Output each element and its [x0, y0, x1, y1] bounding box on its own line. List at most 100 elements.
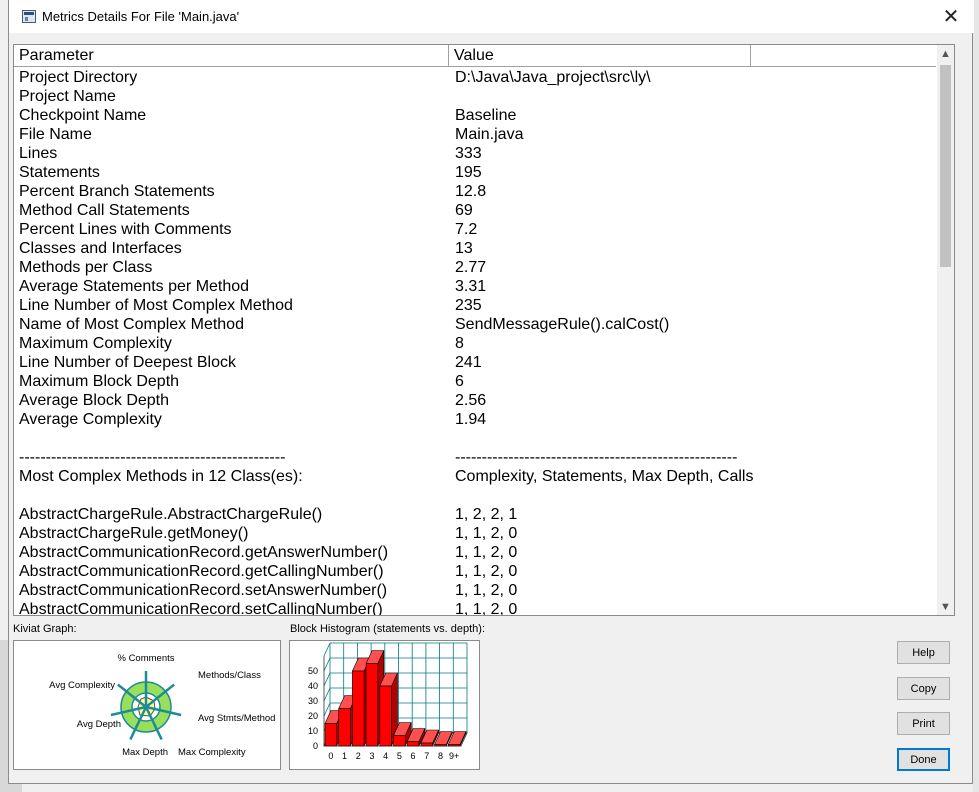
- table-row[interactable]: AbstractCommunicationRecord.setAnswerNum…: [14, 581, 936, 600]
- histogram-y-tick: 10: [308, 726, 318, 736]
- table-row[interactable]: Line Number of Most Complex Method 235: [14, 296, 936, 315]
- table-row[interactable]: [14, 486, 936, 505]
- table-row[interactable]: Method Call Statements 69: [14, 201, 936, 220]
- value-cell: 1, 1, 2, 0: [455, 544, 518, 561]
- table-row[interactable]: Statements 195: [14, 163, 936, 182]
- histogram-x-tick: 2: [356, 751, 361, 761]
- table-row[interactable]: AbstractChargeRule.AbstractChargeRule() 1…: [14, 505, 936, 524]
- kiviat-axis-label: Methods/Class: [198, 670, 261, 681]
- histogram-y-tick: 30: [308, 696, 318, 706]
- histogram-grid-line: [323, 672, 331, 687]
- table-row[interactable]: Maximum Block Depth 6: [14, 372, 936, 391]
- table-row[interactable]: Project Name: [14, 87, 936, 106]
- histogram-grid-line: [323, 657, 331, 672]
- metrics-list[interactable]: Parameter Value Project Directory D:\Java…: [13, 44, 955, 616]
- help-button[interactable]: Help: [897, 641, 950, 664]
- parameter-cell: Average Block Depth: [19, 392, 170, 409]
- kiviat-graph-label: Kiviat Graph:: [13, 623, 77, 635]
- value-cell: 2.77: [455, 259, 487, 276]
- histogram-x-tick: 6: [411, 751, 416, 761]
- value-cell: Complexity, Statements, Max Depth, Calls: [455, 468, 754, 485]
- kiviat-axis-label: % Comments: [117, 653, 174, 664]
- value-cell: 1, 1, 2, 0: [455, 601, 518, 616]
- copy-button[interactable]: Copy: [897, 677, 950, 700]
- table-row[interactable]: Percent Branch Statements 12.8: [14, 182, 936, 201]
- column-header-parameter[interactable]: Parameter: [14, 45, 449, 66]
- value-cell: 2.56: [455, 392, 487, 409]
- parameter-cell: Checkpoint Name: [19, 107, 147, 124]
- table-row[interactable]: AbstractChargeRule.getMoney() 1, 1, 2, 0: [14, 524, 936, 543]
- table-row[interactable]: Checkpoint Name Baseline: [14, 106, 936, 125]
- parameter-cell: AbstractCommunicationRecord.setAnswerNum…: [19, 582, 388, 599]
- list-rows: Project Directory D:\Java\Java_project\sr…: [14, 68, 936, 616]
- value-cell: 1, 1, 2, 0: [455, 525, 518, 542]
- table-row[interactable]: Average Statements per Method 3.31: [14, 277, 936, 296]
- table-row[interactable]: Name of Most Complex Method SendMessageRu…: [14, 315, 936, 334]
- scroll-down-icon[interactable]: ▼: [937, 598, 954, 615]
- table-row[interactable]: Line Number of Deepest Block 241: [14, 353, 936, 372]
- table-row[interactable]: Average Block Depth 2.56: [14, 391, 936, 410]
- table-row[interactable]: AbstractCommunicationRecord.setCallingNu…: [14, 600, 936, 616]
- column-header-value[interactable]: Value: [449, 45, 751, 66]
- table-row[interactable]: Percent Lines with Comments 7.2: [14, 220, 936, 239]
- value-cell: 69: [455, 202, 473, 219]
- table-row[interactable]: Most Complex Methods in 12 Class(es): Com…: [14, 467, 936, 486]
- value-cell: 6: [455, 373, 464, 390]
- value-cell: 1, 2, 2, 1: [455, 506, 518, 523]
- table-row[interactable]: AbstractCommunicationRecord.getCallingNu…: [14, 562, 936, 581]
- kiviat-axis-label: Avg Depth: [77, 719, 121, 730]
- value-cell: 13: [455, 240, 473, 257]
- histogram-bar: [379, 685, 392, 747]
- table-row[interactable]: Maximum Complexity 8: [14, 334, 936, 353]
- value-cell: 1, 1, 2, 0: [455, 563, 518, 580]
- value-cell: 7.2: [455, 221, 478, 238]
- histogram-y-tick: 20: [308, 711, 318, 721]
- parameter-cell: Project Directory: [19, 69, 138, 86]
- vertical-scrollbar[interactable]: ▲ ▼: [937, 45, 954, 615]
- window-title: Metrics Details For File 'Main.java': [42, 9, 240, 24]
- value-cell: ----------------------------------------…: [455, 449, 738, 466]
- parameter-cell: Lines: [19, 145, 58, 162]
- kiviat-axis-label: Max Complexity: [178, 747, 246, 758]
- parameter-cell: Percent Lines with Comments: [19, 221, 232, 238]
- table-row[interactable]: Project Directory D:\Java\Java_project\sr…: [14, 68, 936, 87]
- block-histogram-label: Block Histogram (statements vs. depth):: [290, 623, 486, 635]
- parameter-cell: Maximum Complexity: [19, 335, 172, 352]
- table-row[interactable]: AbstractCommunicationRecord.getAnswerNum…: [14, 543, 936, 562]
- parameter-cell: Project Name: [19, 88, 116, 105]
- parameter-cell: Average Complexity: [19, 411, 162, 428]
- parameter-cell: Methods per Class: [19, 259, 153, 276]
- histogram-x-tick: 9+: [449, 751, 459, 761]
- block-histogram-svg: 010203040500 1 2 3 4 5 6 7 8 9+: [308, 642, 468, 761]
- histogram-y-tick: 40: [308, 681, 318, 691]
- scrollbar-thumb[interactable]: [940, 65, 951, 267]
- table-row[interactable]: Methods per Class 2.77: [14, 258, 936, 277]
- value-cell: D:\Java\Java_project\src\ly\: [455, 69, 651, 86]
- block-histogram: 0 10 20 30 40 50 0 1 2 3 4 5 6 7 8 9+: [289, 640, 480, 770]
- parameter-cell: ----------------------------------------…: [19, 449, 286, 466]
- table-row[interactable]: Classes and Interfaces 13: [14, 239, 936, 258]
- table-row[interactable]: ----------------------------------------…: [14, 448, 936, 467]
- histogram-bar: [448, 744, 461, 747]
- window-edge: [973, 0, 979, 792]
- close-icon[interactable]: ✕: [928, 0, 974, 33]
- parameter-cell: File Name: [19, 126, 92, 143]
- done-button[interactable]: Done: [897, 748, 950, 771]
- print-button[interactable]: Print: [897, 712, 950, 735]
- table-row[interactable]: Lines 333: [14, 144, 936, 163]
- kiviat-graph: % Comments Methods/Class Avg Stmts/Method M…: [13, 640, 281, 770]
- histogram-x-tick: 8: [438, 751, 443, 761]
- table-row[interactable]: Average Complexity 1.94: [14, 410, 936, 429]
- histogram-x-tick: 5: [397, 751, 402, 761]
- parameter-cell: AbstractCommunicationRecord.getAnswerNum…: [19, 544, 389, 561]
- parameter-cell: Percent Branch Statements: [19, 183, 215, 200]
- histogram-bar: [434, 744, 447, 747]
- table-row[interactable]: File Name Main.java: [14, 125, 936, 144]
- histogram-y-tick: 50: [308, 666, 318, 676]
- histogram-x-tick: 7: [424, 751, 429, 761]
- value-cell: 1, 1, 2, 0: [455, 582, 518, 599]
- scroll-up-icon[interactable]: ▲: [937, 45, 954, 62]
- table-row[interactable]: [14, 429, 936, 448]
- parameter-cell: AbstractCommunicationRecord.getCallingNu…: [19, 563, 384, 580]
- value-cell: 8: [455, 335, 464, 352]
